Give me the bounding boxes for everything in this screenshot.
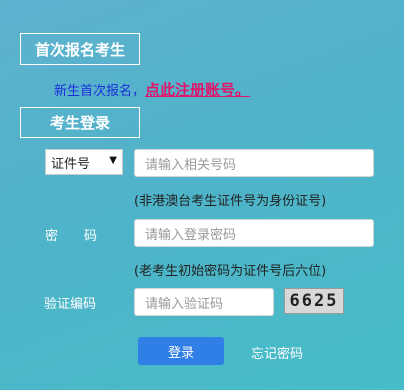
- password-input[interactable]: 请输入登录密码: [134, 219, 374, 247]
- password-hint: (老考生初始密码为证件号后六位): [134, 264, 327, 279]
- register-line: 新生首次报名，点此注册账号。: [54, 79, 250, 100]
- password-label: 密码: [45, 229, 124, 244]
- login-header: 考生登录: [20, 107, 140, 138]
- captcha-label: 验证编码: [44, 297, 97, 312]
- register-link[interactable]: 点此注册账号。: [145, 81, 250, 99]
- forgot-password-link[interactable]: 忘记密码: [251, 343, 303, 362]
- id-hint: (非港澳台考生证件号为身份证号): [134, 194, 327, 209]
- login-button[interactable]: 登录: [138, 337, 224, 365]
- first-signup-header: 首次报名考生: [20, 33, 140, 65]
- captcha-input[interactable]: 请输入验证码: [134, 288, 274, 316]
- id-number-input[interactable]: 请输入相关号码: [134, 149, 374, 177]
- register-prefix-text: 新生首次报名，: [54, 84, 146, 99]
- captcha-image[interactable]: 6625: [284, 288, 344, 314]
- id-type-select[interactable]: 证件号 ▼: [45, 149, 123, 175]
- dropdown-arrow-icon: ▼: [109, 155, 117, 166]
- id-type-selected-value: 证件号: [51, 156, 91, 172]
